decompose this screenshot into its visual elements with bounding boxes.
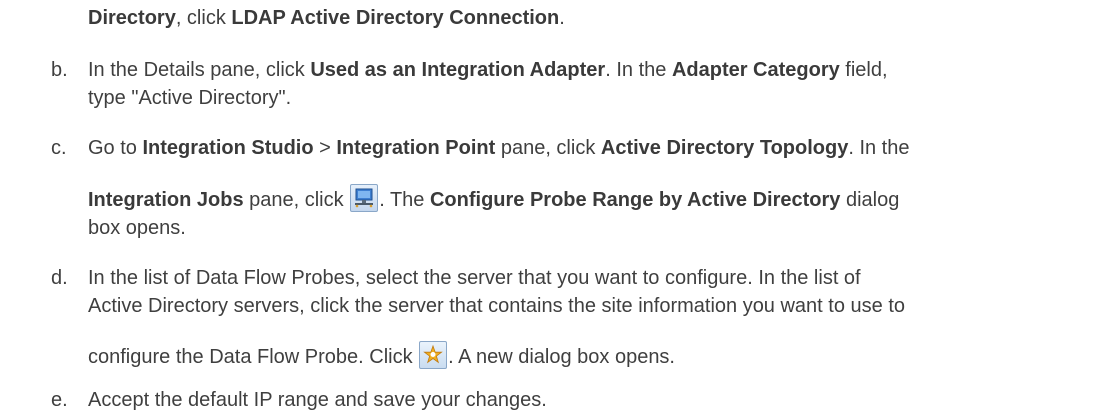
bold-term: Integration Point <box>336 137 496 159</box>
step-e-line-1: Accept the default IP range and save you… <box>88 389 547 411</box>
bold-term: Active Directory Topology <box>600 137 849 159</box>
bold-term: LDAP Active Directory Connection <box>231 7 560 29</box>
step-d-line-2: Active Directory servers, click the serv… <box>88 295 906 317</box>
step-c-line-2: Integration Jobs pane, click . The Confi… <box>88 184 899 214</box>
bold-term: Integration Jobs <box>88 189 244 211</box>
document-page: Directory, click LDAP Active Directory C… <box>0 0 1120 413</box>
step-b-line-1: In the Details pane, click Used as an In… <box>88 59 888 81</box>
step-c-line-3: box opens. <box>88 217 186 239</box>
step-b-line-2: type "Active Directory". <box>88 87 292 109</box>
step-marker: c. <box>51 137 67 159</box>
step-marker: d. <box>51 267 68 289</box>
step-a-continuation: Directory, click LDAP Active Directory C… <box>88 7 565 29</box>
bold-term: Integration Studio <box>142 137 314 159</box>
new-star-icon <box>419 341 448 369</box>
step-marker: b. <box>51 59 68 81</box>
step-c-line-1: Go to Integration Studio > Integration P… <box>88 137 910 159</box>
bold-term: Configure Probe Range by Active Director… <box>429 189 841 211</box>
bold-term: Directory <box>88 7 176 29</box>
configure-probe-range-icon <box>350 184 379 212</box>
bold-term: Adapter Category <box>671 59 840 81</box>
step-d-line-1: In the list of Data Flow Probes, select … <box>88 267 861 289</box>
step-d-line-3: configure the Data Flow Probe. Click . A… <box>88 341 675 371</box>
bold-term: Used as an Integration Adapter <box>310 59 606 81</box>
step-marker: e. <box>51 389 68 411</box>
